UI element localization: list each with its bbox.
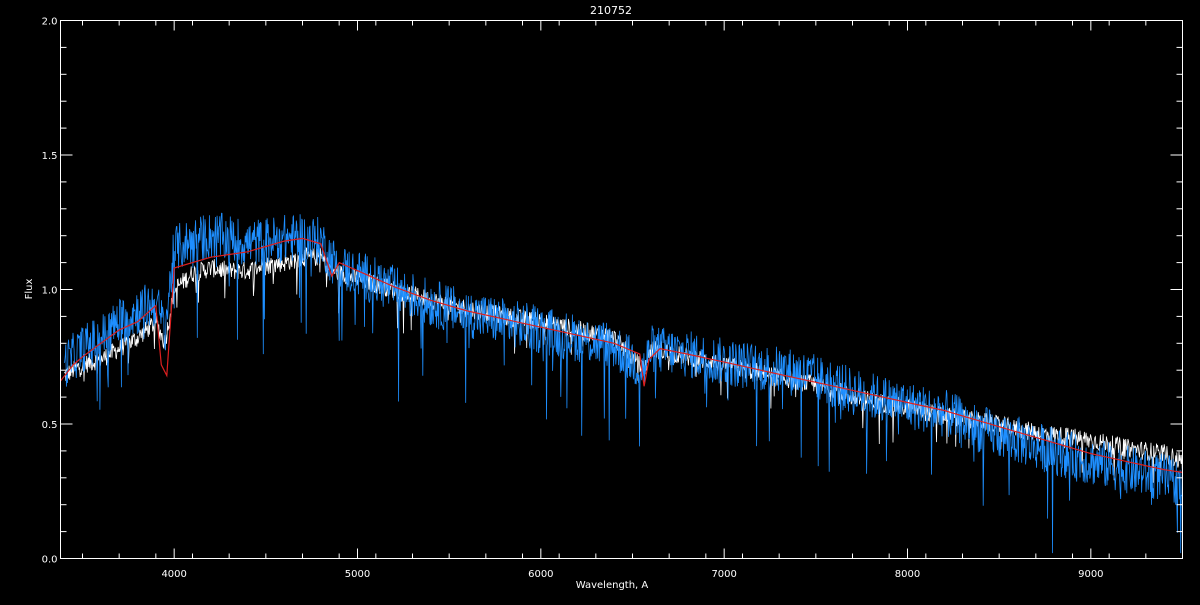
series-layer	[60, 212, 1183, 554]
y-tick-label: 1.0	[42, 286, 58, 297]
x-tick-label: 8000	[895, 569, 920, 580]
y-axis-title: Flux	[24, 279, 35, 300]
y-tick-label: 2.0	[42, 17, 58, 28]
x-axis-title: Wavelength, A	[576, 580, 649, 591]
spectrum-series-2	[63, 212, 1183, 554]
x-tick-label: 5000	[345, 569, 370, 580]
x-tick-label: 9000	[1078, 569, 1103, 580]
x-tick-label: 7000	[711, 569, 736, 580]
spectrum-chart: 210752 Flux Wavelength, A 4000 5000 6000 70…	[24, 4, 1183, 591]
y-tick-label: 0.0	[42, 555, 58, 566]
plot-frame	[60, 20, 1183, 559]
x-tick-label: 4000	[161, 569, 186, 580]
y-tick-label: 0.5	[42, 420, 58, 431]
chart-title: 210752	[590, 4, 632, 17]
spectrum-figure: 210752 Flux Wavelength, A 4000 5000 6000 70…	[0, 0, 1200, 600]
x-tick-label: 6000	[528, 569, 553, 580]
axis-ticks: 4000 5000 6000 7000 8000 9000 0.0 0.5 1.0 1.5 2.0	[42, 17, 1183, 580]
y-tick-label: 1.5	[42, 151, 58, 162]
